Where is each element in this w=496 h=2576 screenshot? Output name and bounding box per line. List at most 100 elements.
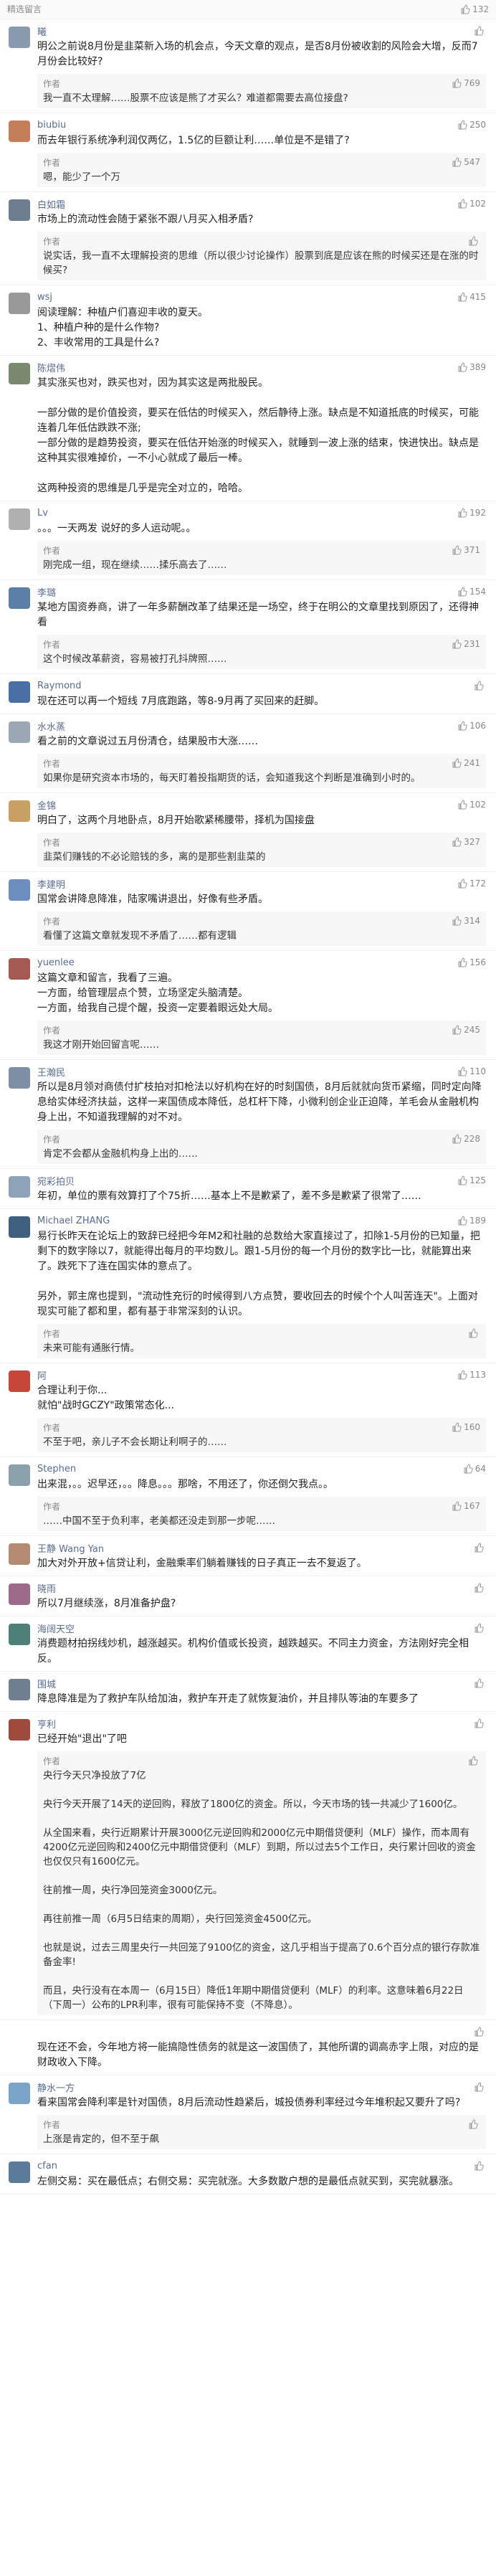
commenter-name[interactable]: 亨利 — [37, 1717, 56, 1730]
avatar[interactable] — [9, 1624, 30, 1645]
commenter-name[interactable]: 陈熠伟 — [37, 361, 65, 374]
avatar[interactable] — [9, 1583, 30, 1605]
comment-like-button[interactable] — [474, 26, 486, 36]
avatar[interactable] — [9, 879, 30, 901]
avatar[interactable] — [9, 199, 30, 221]
thumb-up-icon — [452, 639, 462, 649]
avatar[interactable] — [9, 681, 30, 703]
reply-text: 上涨是肯定的，但不至于飙 — [43, 2134, 159, 2145]
reply-like-button[interactable]: 167 — [452, 1501, 480, 1511]
comment-like-button[interactable]: 189 — [457, 1216, 486, 1226]
commenter-name[interactable]: wsj — [37, 292, 52, 303]
comment-like-button[interactable]: 415 — [457, 292, 486, 302]
comment-like-button[interactable]: 192 — [457, 508, 486, 518]
commenter-name[interactable]: 李建明 — [37, 877, 65, 891]
comment-like-button[interactable]: 102 — [457, 199, 486, 209]
commenter-name[interactable]: 水水蒸 — [37, 719, 65, 733]
avatar[interactable] — [9, 1216, 30, 1238]
commenter-name[interactable]: 海阔天空 — [37, 1621, 75, 1635]
comment-like-button[interactable]: 102 — [457, 800, 486, 810]
avatar[interactable] — [9, 2161, 30, 2183]
commenter-name[interactable]: Raymond — [37, 681, 82, 691]
avatar[interactable] — [9, 293, 30, 314]
commenter-name[interactable]: Stephen — [37, 1464, 76, 1474]
reply-like-button[interactable]: 160 — [452, 1422, 480, 1432]
avatar[interactable] — [9, 120, 30, 142]
comment-like-button[interactable] — [474, 2082, 486, 2092]
commenter-name[interactable]: Lv — [37, 508, 48, 518]
avatar[interactable] — [9, 363, 30, 384]
commenter-name[interactable]: 静水一方 — [37, 2080, 75, 2094]
thumb-up-icon — [452, 1501, 462, 1511]
comment-like-button[interactable] — [474, 2161, 486, 2171]
comment-like-button[interactable]: 110 — [457, 1066, 486, 1076]
reply-like-button[interactable]: 547 — [452, 157, 480, 167]
avatar[interactable] — [9, 1679, 30, 1700]
commenter-name[interactable]: 王瀚民 — [37, 1065, 65, 1079]
comment-like-button[interactable] — [474, 2027, 486, 2037]
avatar[interactable] — [9, 508, 30, 530]
avatar[interactable] — [9, 1464, 30, 1486]
reply-like-button[interactable]: 228 — [452, 1134, 480, 1144]
commenter-name[interactable]: yuenlee — [37, 957, 75, 968]
avatar[interactable] — [9, 587, 30, 609]
comment-like-button[interactable]: 250 — [457, 120, 486, 130]
avatar[interactable] — [9, 1719, 30, 1741]
reply-like-button[interactable]: 327 — [452, 837, 480, 847]
comment-like-button[interactable] — [474, 1543, 486, 1553]
thumb-up-icon — [452, 1422, 462, 1432]
reply-like-button[interactable]: 241 — [452, 758, 480, 768]
comment-like-button[interactable]: 156 — [457, 957, 486, 967]
reply-like-button[interactable]: 769 — [452, 78, 480, 88]
comment-like-button[interactable]: 154 — [457, 587, 486, 597]
reply-like-button[interactable]: 371 — [452, 545, 480, 555]
reply-like-button[interactable]: 245 — [452, 1025, 480, 1035]
comment-text: 已经开始"退出"了吧 — [37, 1733, 127, 1745]
reply-like-button[interactable] — [468, 1328, 480, 1338]
commenter-name[interactable]: cfan — [37, 2161, 57, 2172]
thumb-up-icon — [474, 2027, 484, 2037]
commenter-name[interactable]: 曦 — [37, 24, 47, 38]
avatar[interactable] — [9, 958, 30, 980]
comment-like-button[interactable]: 389 — [457, 362, 486, 372]
reply-like-button[interactable] — [468, 236, 480, 246]
reply-like-button[interactable]: 231 — [452, 639, 480, 649]
commenter-name[interactable]: 阿 — [37, 1368, 47, 1382]
comment-text: 加大对外开放+信贷让利，金融乘率们躺着赚钱的日子真正一去不复返了。 — [37, 1558, 367, 1569]
commenter-name[interactable]: 晓雨 — [37, 1581, 56, 1595]
comment-like-button[interactable]: 172 — [457, 879, 486, 889]
comment-like-button[interactable]: 113 — [457, 1370, 486, 1380]
header-like-count[interactable]: 132 — [460, 0, 489, 19]
commenter-name[interactable]: 围城 — [37, 1677, 56, 1690]
commenter-name[interactable]: 白如霜 — [37, 197, 65, 211]
comment-like-button[interactable] — [474, 1718, 486, 1728]
comment-like-button[interactable] — [474, 1678, 486, 1688]
comment-like-button[interactable] — [474, 1623, 486, 1633]
commenter-name[interactable]: 李璐 — [37, 585, 56, 599]
author-reply: 作者 241 如果你是研究资本市场的，每天盯着投指期货的话，会知道我这个判断是准… — [37, 754, 486, 788]
commenter-name[interactable]: 王静 Wang Yan — [37, 1541, 104, 1555]
commenter-name[interactable]: Michael ZHANG — [37, 1216, 110, 1226]
commenter-name[interactable]: 宛彩拍贝 — [37, 1174, 75, 1188]
avatar[interactable] — [9, 1370, 30, 1392]
comment-like-button[interactable] — [474, 1583, 486, 1593]
comment-like-button[interactable]: 106 — [457, 721, 486, 731]
comment-like-button[interactable] — [474, 681, 486, 691]
avatar[interactable] — [9, 800, 30, 822]
avatar[interactable] — [9, 2083, 30, 2104]
reply-like-button[interactable] — [468, 1756, 480, 1766]
commenter-name[interactable]: 金锦 — [37, 798, 56, 812]
comment-text: 国常会讲降息降准，陆家嘴讲退出，好像有些矛盾。 — [37, 894, 268, 905]
avatar[interactable] — [9, 1067, 30, 1089]
comment-like-button[interactable]: 125 — [457, 1175, 486, 1185]
avatar[interactable] — [9, 1543, 30, 1565]
reply-text: 嗯，能少了一个万 — [43, 171, 120, 183]
comment-like-button[interactable]: 64 — [463, 1464, 486, 1474]
commenter-name[interactable]: biubiu — [37, 120, 66, 131]
avatar[interactable] — [9, 27, 30, 48]
avatar[interactable] — [9, 721, 30, 743]
reply-like-button[interactable]: 314 — [452, 916, 480, 926]
avatar[interactable] — [9, 1176, 30, 1198]
comment-list: 曦 明公之前说8月份是韭菜新入场的机会点，今天文章的观点，是否8月份被收割的风险… — [0, 19, 496, 2194]
reply-like-button[interactable] — [468, 2119, 480, 2129]
